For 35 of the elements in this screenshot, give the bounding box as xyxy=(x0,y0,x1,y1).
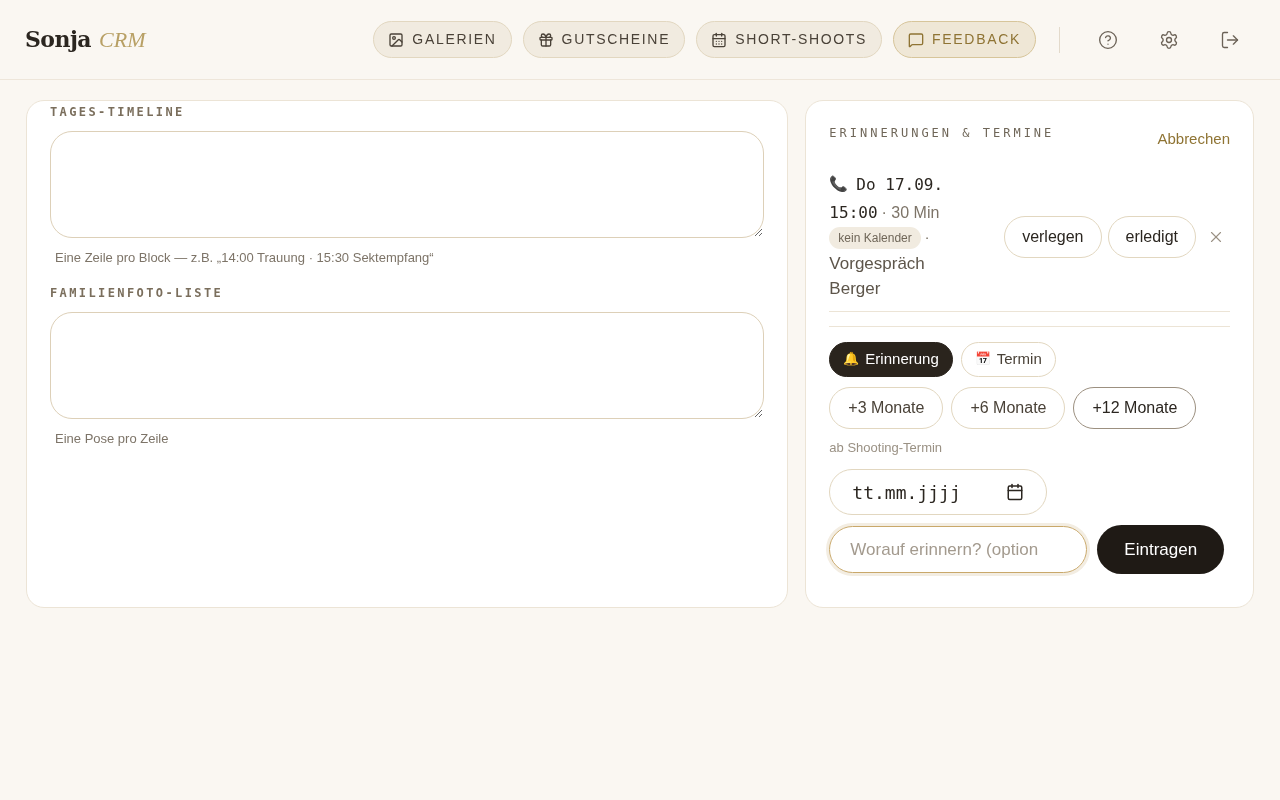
type-toggle[interactable]: 📅 Termin xyxy=(960,341,1056,377)
type-toggle[interactable]: 🔔 Erinnerung xyxy=(829,341,953,377)
help-icon xyxy=(1098,29,1118,50)
field-hint: Eine Zeile pro Block — z.B. „14:00 Trauung · 15:30 Sektempfang“ xyxy=(55,249,435,267)
calendar-icon xyxy=(1006,483,1025,501)
chat-bubble-icon xyxy=(908,31,925,48)
nav-button[interactable]: FEEDBACK xyxy=(893,21,1036,58)
card-title: ERINNERUNGEN & TERMINE xyxy=(829,125,1055,142)
image-icon xyxy=(388,31,405,48)
bell-icon: 🔔 xyxy=(843,349,860,369)
calendar-badge: kein Kalender xyxy=(829,226,921,249)
nav-button[interactable]: GALERIEN xyxy=(373,21,512,58)
field-hint: Eine Pose pro Zeile xyxy=(55,429,170,448)
entry-subject: Vorgespräch Berger xyxy=(829,252,926,300)
date-placeholder: tt.mm.jjjj xyxy=(852,480,961,505)
nav-button[interactable]: SHORT-SHOOTS xyxy=(696,21,883,58)
logo-name: Sonja xyxy=(25,25,92,54)
entry-date: Do 17.09. xyxy=(856,173,944,196)
logo-suffix: CRM xyxy=(99,26,146,54)
submit-button[interactable]: Eintragen xyxy=(1097,525,1225,574)
calendar-icon xyxy=(711,31,728,48)
separator-dot: · xyxy=(924,228,930,247)
cancel-link[interactable]: Abbrechen xyxy=(1157,128,1230,151)
calendar-icon: 📅 xyxy=(974,349,991,369)
entry-duration: · 30 Min xyxy=(881,202,940,223)
entry-time: 15:00 xyxy=(829,201,878,224)
section-label: FAMILIENFOTO-LISTE xyxy=(50,284,225,302)
nav-button[interactable]: GUTSCHEINE xyxy=(522,21,686,58)
settings-icon xyxy=(1159,29,1179,50)
section-label: TAGES-TIMELINE xyxy=(50,104,186,121)
offset-hint: ab Shooting-Termin xyxy=(829,438,944,457)
logout-icon xyxy=(1220,29,1240,50)
note-field[interactable]: Worauf erinnern? (option xyxy=(829,526,1088,573)
phone-icon: 📞 xyxy=(829,173,849,196)
gift-icon xyxy=(537,31,554,48)
